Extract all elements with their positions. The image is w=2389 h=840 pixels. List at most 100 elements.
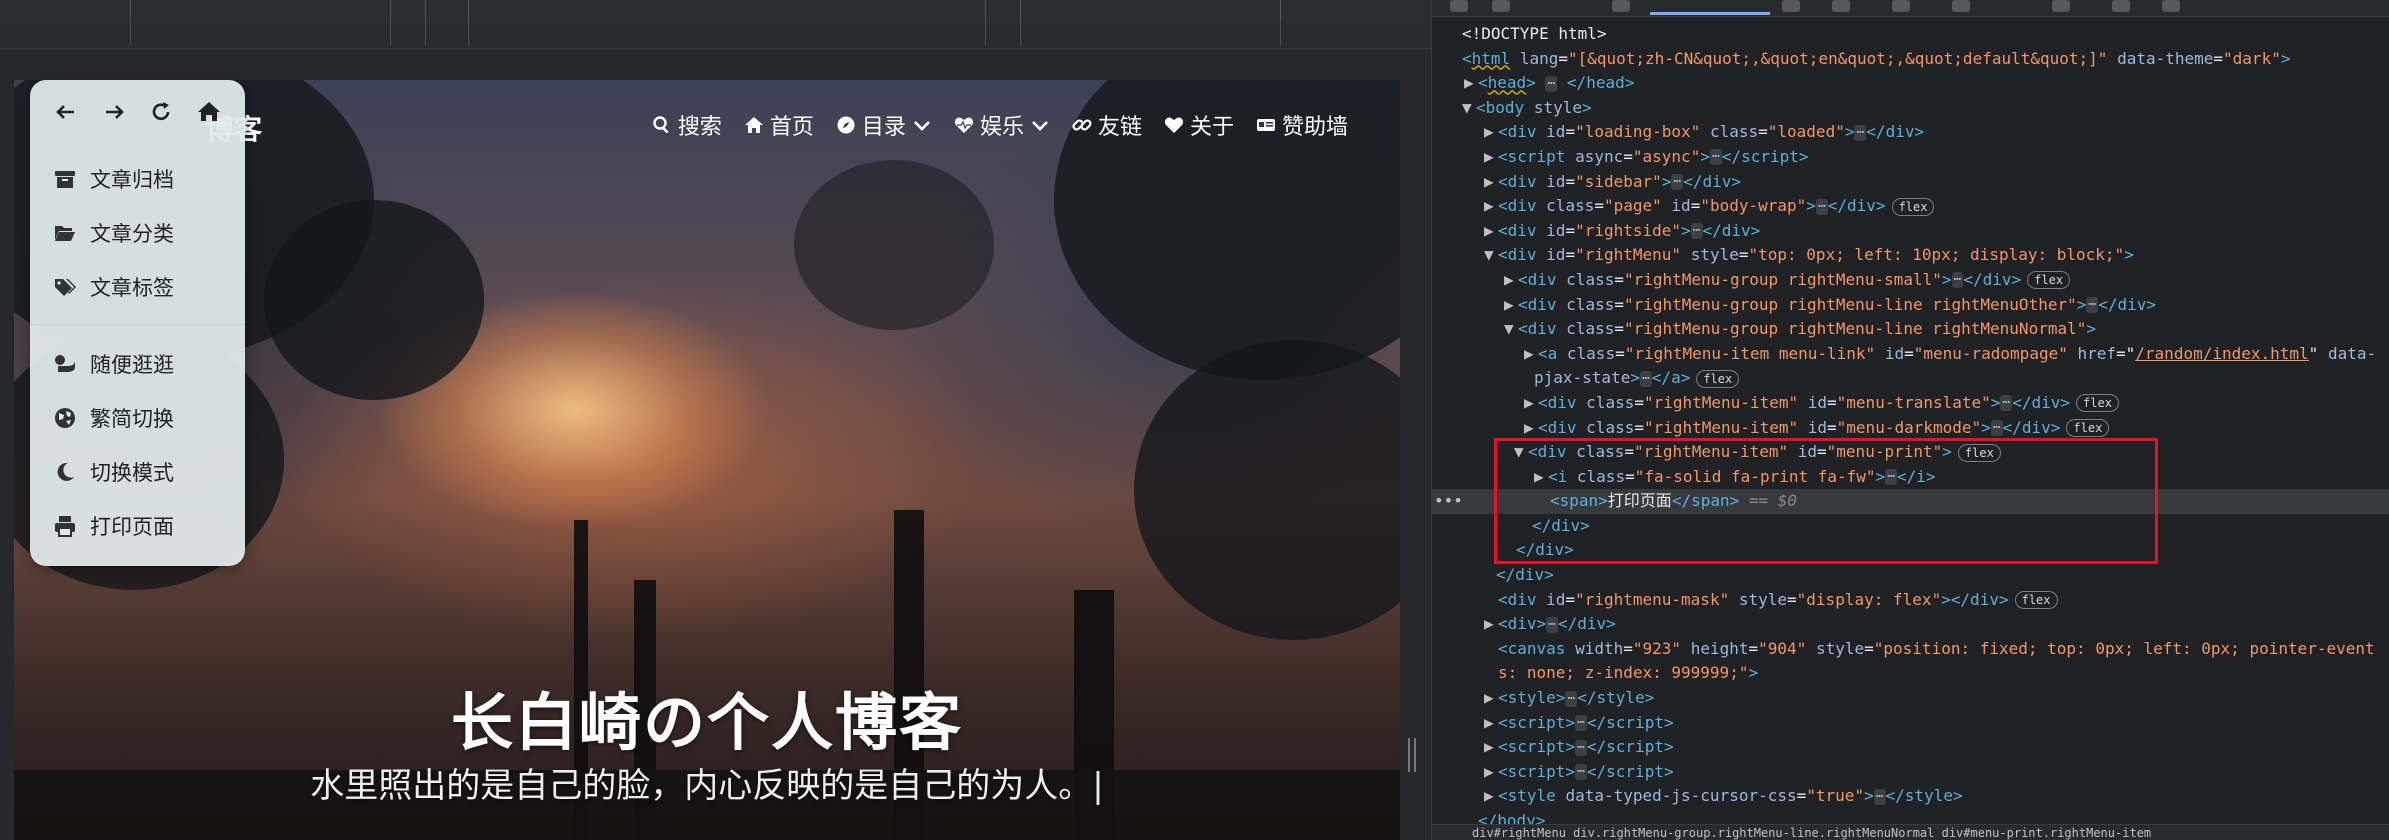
- expand-arrow-icon[interactable]: ▶: [1484, 735, 1498, 760]
- tab-icon[interactable]: [2162, 0, 2180, 12]
- collapse-arrow-icon[interactable]: ▼: [1504, 317, 1518, 342]
- tab-icon[interactable]: [1612, 0, 1630, 12]
- dom-line[interactable]: <!DOCTYPE html>: [1432, 22, 2389, 47]
- dom-line[interactable]: ▶ <div class="page" id="body-wrap"> ⋯ </div…: [1432, 194, 2389, 219]
- home-button[interactable]: [195, 98, 223, 126]
- ellipsis-icon[interactable]: ⋯: [1565, 690, 1578, 707]
- more-dots-icon[interactable]: •••: [1434, 489, 1463, 514]
- ellipsis-icon[interactable]: ⋯: [1815, 198, 1828, 215]
- dom-line[interactable]: ▶ <div> ⋯ </div>: [1432, 612, 2389, 637]
- ellipsis-icon[interactable]: ⋯: [1873, 788, 1886, 805]
- refresh-button[interactable]: [147, 98, 175, 126]
- expand-arrow-icon[interactable]: ▶: [1484, 170, 1498, 195]
- flex-badge[interactable]: flex: [2076, 394, 2119, 413]
- dom-line[interactable]: ▶ <a class="rightMenu-item menu-link" id=…: [1432, 342, 2389, 367]
- dom-line[interactable]: ▶ <head> ⋯ </head>: [1432, 71, 2389, 96]
- nav-catalog[interactable]: 目录: [836, 109, 932, 141]
- tab-icon[interactable]: [2052, 0, 2070, 12]
- dom-line[interactable]: ▶ <div id="rightside"> ⋯ </div>: [1432, 219, 2389, 244]
- flex-badge[interactable]: flex: [2014, 591, 2058, 610]
- dom-line[interactable]: ▶ <div id="loading-box" class="loaded"> ⋯ <…: [1432, 120, 2389, 145]
- dom-line[interactable]: ▶ <div id="sidebar"> ⋯ </div>: [1432, 170, 2389, 195]
- nav-sponsor[interactable]: 赞助墙: [1256, 109, 1348, 141]
- tab-icon[interactable]: [1492, 0, 1510, 12]
- dom-line[interactable]: ▶ <div class="rightMenu-group rightMenu-s…: [1432, 268, 2389, 293]
- nav-home[interactable]: 首页: [744, 109, 814, 141]
- expand-arrow-icon[interactable]: ▶: [1484, 612, 1498, 637]
- dom-line[interactable]: ▶ <style> ⋯ </style>: [1432, 686, 2389, 711]
- nav-friends[interactable]: 友链: [1072, 109, 1142, 141]
- expand-arrow-icon[interactable]: ▶: [1504, 268, 1518, 293]
- collapse-arrow-icon[interactable]: ▼: [1484, 243, 1498, 268]
- ellipsis-icon[interactable]: ⋯: [2086, 297, 2099, 314]
- expand-arrow-icon[interactable]: ▶: [1484, 194, 1498, 219]
- nav-entertainment[interactable]: 娱乐: [954, 109, 1050, 141]
- menu-item-translate[interactable]: 繁简切换: [30, 391, 245, 445]
- expand-arrow-icon[interactable]: ▶: [1524, 391, 1538, 416]
- ellipsis-icon[interactable]: ⋯: [1709, 149, 1722, 166]
- ellipsis-icon[interactable]: ⋯: [1671, 174, 1684, 191]
- flex-badge[interactable]: flex: [1696, 369, 1740, 388]
- flex-badge[interactable]: flex: [2027, 271, 2071, 290]
- dom-line[interactable]: </div>: [1432, 563, 2389, 588]
- dom-line[interactable]: s: none; z-index: 999999;">: [1432, 661, 2389, 686]
- dom-line[interactable]: ▶ <script> ⋯ </script>: [1432, 735, 2389, 760]
- expand-arrow-icon[interactable]: ▶: [1484, 219, 1498, 244]
- menu-item-archive[interactable]: 文章归档: [30, 152, 245, 206]
- expand-arrow-icon[interactable]: ▶: [1484, 784, 1498, 809]
- dom-line[interactable]: pjax-state> ⋯ </a> flex: [1432, 366, 2389, 391]
- tab-icon[interactable]: [1892, 0, 1910, 12]
- expand-arrow-icon[interactable]: ▶: [1524, 416, 1538, 441]
- flex-badge[interactable]: flex: [2066, 419, 2110, 437]
- splitter-handle[interactable]: [1408, 738, 1416, 772]
- breadcrumb[interactable]: div#rightMenu div.rightMenu-group.rightM…: [1432, 824, 2389, 840]
- dom-line[interactable]: ▶ <script> ⋯ </script>: [1432, 711, 2389, 736]
- dom-line[interactable]: <html lang="[&quot;zh-CN&quot;,&quot;en&…: [1432, 47, 2389, 72]
- tab-icon[interactable]: [1832, 0, 1850, 12]
- expand-arrow-icon[interactable]: ▶: [1484, 686, 1498, 711]
- dom-line[interactable]: ▼ <body style>: [1432, 96, 2389, 121]
- ellipsis-icon[interactable]: ⋯: [2000, 395, 2013, 412]
- dom-line[interactable]: ▶ <script> ⋯ </script>: [1432, 760, 2389, 785]
- ellipsis-icon[interactable]: ⋯: [1990, 420, 2003, 436]
- dom-line[interactable]: ▶ <div class="rightMenu-group rightMenu-l…: [1432, 293, 2389, 318]
- dom-line[interactable]: ▶ <div class="rightMenu-item" id="menu-tr…: [1432, 391, 2389, 416]
- menu-item-tags[interactable]: 文章标签: [30, 260, 245, 314]
- expand-arrow-icon[interactable]: ▶: [1484, 760, 1498, 785]
- tab-icon[interactable]: [1952, 0, 1970, 12]
- menu-item-random[interactable]: 随便逛逛: [30, 337, 245, 391]
- dom-line[interactable]: ▶ <div class="rightMenu-item" id="menu-da…: [1432, 416, 2389, 441]
- ellipsis-icon[interactable]: ⋯: [1854, 124, 1867, 141]
- dom-line[interactable]: <canvas width="923" height="904" style="…: [1432, 637, 2389, 662]
- menu-item-categories[interactable]: 文章分类: [30, 206, 245, 260]
- nav-about[interactable]: 关于: [1164, 109, 1234, 141]
- ellipsis-icon[interactable]: ⋯: [1545, 75, 1558, 92]
- ellipsis-icon[interactable]: ⋯: [1639, 370, 1652, 387]
- tab-icon[interactable]: [1782, 0, 1800, 12]
- collapse-arrow-icon[interactable]: ▼: [1462, 96, 1476, 121]
- href-link[interactable]: /random/index.html: [2135, 344, 2308, 363]
- ellipsis-icon[interactable]: ⋯: [1575, 764, 1587, 781]
- ellipsis-icon[interactable]: ⋯: [1575, 715, 1587, 732]
- ellipsis-icon[interactable]: ⋯: [1546, 616, 1558, 633]
- tab-icon[interactable]: [2112, 0, 2130, 12]
- dom-line[interactable]: ▼ <div id="rightMenu" style="top: 0px; le…: [1432, 243, 2389, 268]
- dom-line[interactable]: <div id="rightmenu-mask" style="display:…: [1432, 588, 2389, 613]
- expand-arrow-icon[interactable]: ▶: [1484, 120, 1498, 145]
- nav-search[interactable]: 搜索: [652, 109, 722, 141]
- forward-button[interactable]: [100, 98, 128, 126]
- expand-arrow-icon[interactable]: ▶: [1464, 71, 1478, 96]
- expand-arrow-icon[interactable]: ▶: [1524, 342, 1538, 367]
- expand-arrow-icon[interactable]: ▶: [1504, 293, 1518, 318]
- back-button[interactable]: [52, 98, 80, 126]
- expand-arrow-icon[interactable]: ▶: [1484, 145, 1498, 170]
- tab-icon[interactable]: [1450, 0, 1468, 12]
- ellipsis-icon[interactable]: ⋯: [1575, 739, 1587, 756]
- dom-line[interactable]: ▼ <div class="rightMenu-group rightMenu-l…: [1432, 317, 2389, 342]
- ellipsis-icon[interactable]: ⋯: [1951, 272, 1964, 289]
- dom-line[interactable]: ▶ <style data-typed-js-cursor-css="true">…: [1432, 784, 2389, 809]
- ellipsis-icon[interactable]: ⋯: [1690, 223, 1703, 240]
- menu-item-darkmode[interactable]: 切换模式: [30, 445, 245, 499]
- expand-arrow-icon[interactable]: ▶: [1484, 711, 1498, 736]
- menu-item-print[interactable]: 打印页面: [30, 499, 245, 553]
